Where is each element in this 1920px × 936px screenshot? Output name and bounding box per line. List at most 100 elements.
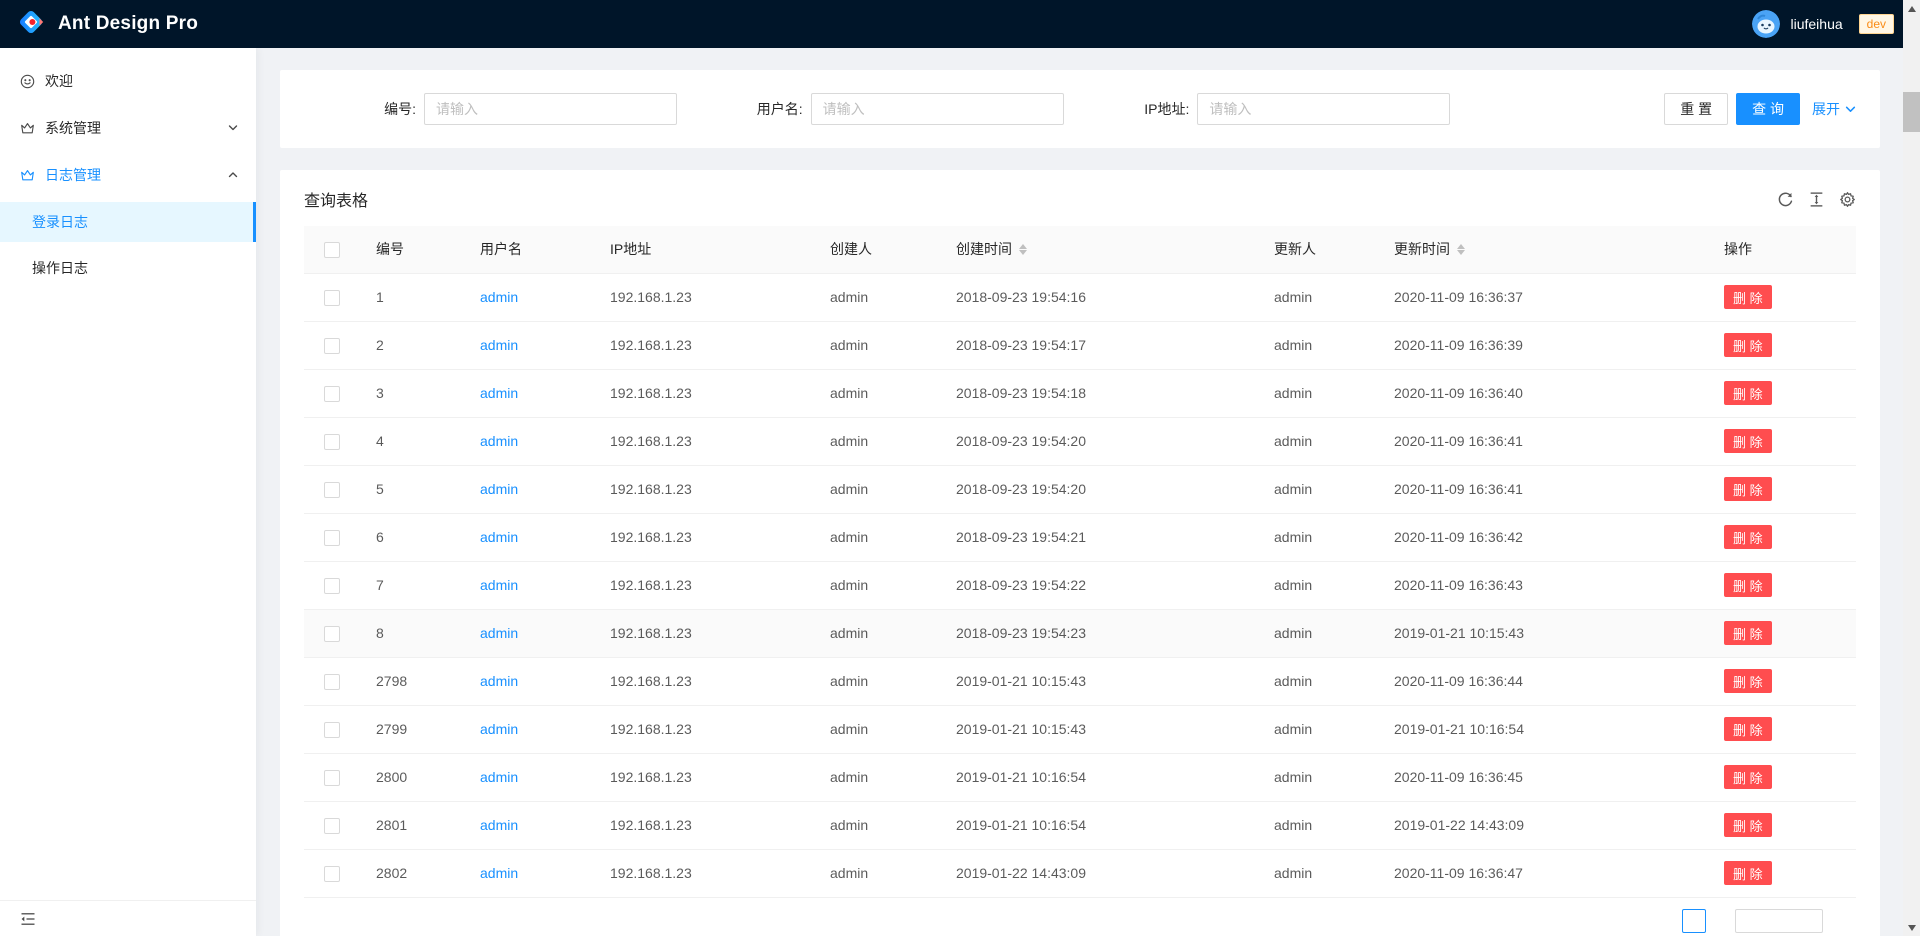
- username-link[interactable]: admin: [480, 721, 518, 737]
- table-title: 查询表格: [304, 187, 368, 211]
- row-checkbox[interactable]: [324, 722, 340, 738]
- delete-button[interactable]: 删 除: [1724, 621, 1772, 645]
- username-field-input[interactable]: [811, 93, 1064, 125]
- query-button[interactable]: 查 询: [1736, 93, 1800, 125]
- delete-button[interactable]: 删 除: [1724, 813, 1772, 837]
- row-checkbox[interactable]: [324, 338, 340, 354]
- sidebar: 欢迎 系统管理 日志管理: [0, 48, 256, 936]
- crown-icon: [20, 168, 35, 183]
- delete-button[interactable]: 删 除: [1724, 573, 1772, 597]
- header-brand[interactable]: Ant Design Pro: [0, 7, 198, 42]
- window-scrollbar[interactable]: [1903, 0, 1920, 936]
- scroll-down-arrow-icon[interactable]: [1903, 919, 1920, 936]
- user-avatar[interactable]: [1752, 10, 1780, 38]
- cell-id: 2799: [360, 705, 464, 753]
- delete-button[interactable]: 删 除: [1724, 765, 1772, 789]
- row-checkbox[interactable]: [324, 578, 340, 594]
- cell-creator: admin: [814, 705, 940, 753]
- delete-button[interactable]: 删 除: [1724, 381, 1772, 405]
- cell-ip: 192.168.1.23: [594, 801, 814, 849]
- username-link[interactable]: admin: [480, 385, 518, 401]
- sidebar-item-system-mgmt[interactable]: 系统管理: [0, 108, 256, 148]
- delete-button[interactable]: 删 除: [1724, 333, 1772, 357]
- row-checkbox[interactable]: [324, 770, 340, 786]
- username-link[interactable]: admin: [480, 625, 518, 641]
- sidebar-item-log-mgmt[interactable]: 日志管理: [0, 155, 256, 195]
- scrollbar-thumb[interactable]: [1903, 92, 1920, 132]
- username-link[interactable]: admin: [480, 433, 518, 449]
- ip-field-input[interactable]: [1197, 93, 1450, 125]
- expand-label: 展开: [1812, 99, 1840, 119]
- cell-id: 2: [360, 321, 464, 369]
- column-height-icon[interactable]: [1808, 191, 1825, 208]
- row-checkbox[interactable]: [324, 290, 340, 306]
- username-link[interactable]: admin: [480, 817, 518, 833]
- cell-creator: admin: [814, 849, 940, 897]
- cell-creator: admin: [814, 513, 940, 561]
- row-checkbox[interactable]: [324, 818, 340, 834]
- row-checkbox[interactable]: [324, 866, 340, 882]
- delete-button[interactable]: 删 除: [1724, 861, 1772, 885]
- cell-create-time: 2018-09-23 19:54:20: [940, 465, 1258, 513]
- sidebar-item-op-log[interactable]: 操作日志: [0, 248, 256, 288]
- cell-ip: 192.168.1.23: [594, 657, 814, 705]
- page-size-select[interactable]: [1735, 909, 1823, 933]
- user-name[interactable]: liufeihua: [1790, 16, 1842, 32]
- table-row: 7 admin 192.168.1.23 admin 2018-09-23 19…: [304, 561, 1856, 609]
- cell-creator: admin: [814, 609, 940, 657]
- delete-button[interactable]: 删 除: [1724, 285, 1772, 309]
- delete-button[interactable]: 删 除: [1724, 717, 1772, 741]
- cell-updater: admin: [1258, 849, 1378, 897]
- delete-button[interactable]: 删 除: [1724, 669, 1772, 693]
- cell-ip: 192.168.1.23: [594, 609, 814, 657]
- username-link[interactable]: admin: [480, 673, 518, 689]
- page-1-button[interactable]: [1682, 909, 1706, 933]
- cell-create-time: 2018-09-23 19:54:18: [940, 369, 1258, 417]
- cell-updater: admin: [1258, 705, 1378, 753]
- username-link[interactable]: admin: [480, 529, 518, 545]
- cell-create-time: 2018-09-23 19:54:16: [940, 273, 1258, 321]
- username-link[interactable]: admin: [480, 289, 518, 305]
- sidebar-menu: 欢迎 系统管理 日志管理: [0, 48, 256, 288]
- cell-update-time: 2020-11-09 16:36:44: [1378, 657, 1708, 705]
- field-id: 编号:: [304, 93, 691, 125]
- sidebar-item-login-log[interactable]: 登录日志: [0, 202, 256, 242]
- cell-creator: admin: [814, 465, 940, 513]
- table-card: 查询表格: [280, 170, 1880, 936]
- expand-link[interactable]: 展开: [1812, 99, 1856, 119]
- row-checkbox[interactable]: [324, 626, 340, 642]
- sort-icon[interactable]: [1019, 244, 1027, 255]
- reset-button[interactable]: 重 置: [1664, 93, 1728, 125]
- row-checkbox[interactable]: [324, 386, 340, 402]
- username-link[interactable]: admin: [480, 865, 518, 881]
- sidebar-item-label: 登录日志: [32, 212, 88, 232]
- username-link[interactable]: admin: [480, 481, 518, 497]
- username-link[interactable]: admin: [480, 577, 518, 593]
- scroll-up-arrow-icon[interactable]: [1903, 0, 1920, 17]
- col-header-username: 用户名: [464, 226, 594, 273]
- settings-gear-icon[interactable]: [1839, 191, 1856, 208]
- sort-icon[interactable]: [1457, 244, 1465, 255]
- row-checkbox[interactable]: [324, 674, 340, 690]
- id-field-input[interactable]: [424, 93, 677, 125]
- username-link[interactable]: admin: [480, 769, 518, 785]
- sidebar-item-welcome[interactable]: 欢迎: [0, 61, 256, 101]
- cell-update-time: 2020-11-09 16:36:42: [1378, 513, 1708, 561]
- reload-icon[interactable]: [1777, 191, 1794, 208]
- col-header-create-time: 创建时间: [940, 226, 1258, 273]
- cell-ip: 192.168.1.23: [594, 705, 814, 753]
- row-checkbox[interactable]: [324, 530, 340, 546]
- cell-id: 2802: [360, 849, 464, 897]
- delete-button[interactable]: 删 除: [1724, 477, 1772, 501]
- table-row: 2 admin 192.168.1.23 admin 2018-09-23 19…: [304, 321, 1856, 369]
- cell-updater: admin: [1258, 321, 1378, 369]
- cell-creator: admin: [814, 753, 940, 801]
- username-link[interactable]: admin: [480, 337, 518, 353]
- row-checkbox[interactable]: [324, 434, 340, 450]
- delete-button[interactable]: 删 除: [1724, 525, 1772, 549]
- cell-id: 2801: [360, 801, 464, 849]
- row-checkbox[interactable]: [324, 482, 340, 498]
- delete-button[interactable]: 删 除: [1724, 429, 1772, 453]
- menu-fold-icon[interactable]: [20, 911, 36, 927]
- select-all-checkbox[interactable]: [324, 242, 340, 258]
